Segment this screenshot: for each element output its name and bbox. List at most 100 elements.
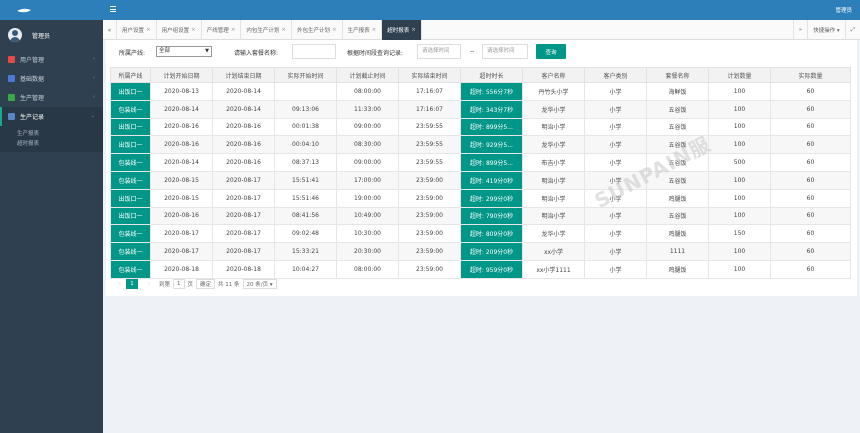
table-row[interactable]: 包装线一 2020-08-17 2020-08-17 15:33:21 20:30:00… — [110, 242, 851, 261]
tab-user-settings[interactable]: 用户设置 × — [117, 20, 157, 40]
table-cell: 23:59:00 — [398, 259, 461, 279]
table-cell: 鸡腿饭 — [646, 259, 709, 279]
table-row[interactable]: 出饭口一 2020-08-16 2020-08-17 08:41:56 10:49:00… — [110, 206, 851, 226]
tab-label: 生产报表 — [347, 28, 370, 34]
close-icon[interactable]: × — [146, 27, 151, 33]
quick-actions-dropdown[interactable]: 快捷操作 ▾ — [807, 20, 845, 40]
user-profile[interactable]: 管理员 — [0, 20, 103, 50]
table-cell: 2020-08-14 — [150, 99, 213, 119]
sidebar-item-base-data[interactable]: 基础数据 ‹ — [0, 69, 103, 88]
user-icon — [8, 56, 15, 63]
sidebar-item-production-records[interactable]: 生产记录 ⌄ — [0, 107, 103, 126]
chevron-left-icon: ‹ — [93, 75, 95, 81]
sidebar-item-user-management[interactable]: 用户管理 ‹ — [0, 50, 103, 69]
table-cell: 23:59:00 — [398, 170, 461, 190]
table-body: 出饭口一 2020-08-13 2020-08-14 08:00:00 17:16:07… — [110, 82, 851, 279]
next-page-button[interactable]: › — [143, 281, 155, 287]
table-cell: 超时: 209分0秒 — [460, 242, 523, 261]
table-cell: 60 — [770, 188, 851, 208]
line-badge: 出饭口一 — [111, 208, 150, 224]
tab-scroll-right-icon[interactable]: » — [792, 20, 807, 40]
table-cell: 2020-08-14 — [212, 82, 275, 101]
overtime-badge: 超时: 556分7秒 — [461, 83, 522, 100]
close-icon[interactable]: × — [231, 27, 236, 33]
confirm-button[interactable]: 确定 — [196, 279, 216, 289]
table-row[interactable]: 包装线一 2020-08-14 2020-08-16 08:37:13 09:00:00… — [110, 153, 851, 172]
tab-inner-plan[interactable]: 内包生产计划 × — [241, 20, 292, 40]
table-cell: 60 — [770, 259, 851, 279]
table-row[interactable]: 包装线一 2020-08-17 2020-08-17 09:02:48 10:30:00… — [110, 224, 851, 244]
table-cell: 2020-08-16 — [150, 135, 213, 155]
sidebar-subitem-overtime-report[interactable]: 超时报表 — [0, 138, 103, 148]
table-row[interactable]: 出饭口一 2020-08-16 2020-08-16 00:04:10 08:30:00… — [110, 135, 851, 155]
sidebar-subitem-production-report[interactable]: 生产报表 — [0, 128, 103, 138]
table-cell: 60 — [770, 170, 851, 190]
table-cell: 60 — [770, 135, 851, 155]
table-cell: 100 — [708, 170, 771, 190]
table-row[interactable]: 出饭口一 2020-08-15 2020-08-17 15:51:46 19:00:00… — [110, 188, 851, 208]
table-row[interactable]: 出饭口一 2020-08-16 2020-08-16 00:01:38 09:00:00… — [110, 117, 851, 137]
current-page[interactable]: 1 — [126, 279, 138, 289]
line-select[interactable]: 全部 ▼ — [156, 46, 212, 57]
table-cell: 100 — [708, 259, 771, 279]
table-cell: 出饭口一 — [110, 117, 151, 137]
tab-production-report[interactable]: 生产报表 × — [343, 20, 383, 40]
table-cell: 包装线一 — [110, 170, 151, 190]
table-cell: 2020-08-16 — [212, 135, 275, 155]
prev-page-button[interactable]: ‹ — [114, 281, 126, 287]
table-row[interactable]: 出饭口一 2020-08-13 2020-08-14 08:00:00 17:16:07… — [110, 82, 851, 101]
fullscreen-icon[interactable]: ⤢ — [844, 20, 860, 40]
tab-overtime-report[interactable]: 超时报表 × — [382, 20, 422, 40]
menu-toggle-icon[interactable] — [110, 6, 116, 12]
overtime-table: 所属产线 计划开始日期 计划结束日期 实际开始时间 计划截止时间 实际结束时间 超时时长 客户… — [110, 67, 851, 279]
sidebar-item-production-management[interactable]: 生产管理 ‹ — [0, 88, 103, 107]
column-header: 实际数量 — [770, 67, 851, 83]
table-row[interactable]: 包装线一 2020-08-18 2020-08-18 10:04:27 08:00:00… — [110, 259, 851, 279]
table-cell: 2020-08-16 — [212, 153, 275, 172]
page-number-input[interactable]: 1 — [173, 279, 185, 289]
close-icon[interactable]: × — [411, 27, 416, 33]
tab-label: 外包生产计划 — [297, 28, 331, 34]
column-header: 计划开始日期 — [150, 67, 213, 83]
line-badge: 包装线一 — [111, 261, 150, 278]
table-cell: 小学 — [584, 135, 647, 155]
chevron-down-icon: ⌄ — [90, 113, 95, 119]
meal-name-input[interactable] — [292, 44, 336, 59]
page-size-select[interactable]: 20 条/页 ▾ — [242, 279, 277, 289]
start-time-input[interactable]: 请选择时间 — [417, 44, 461, 59]
table-cell: 2020-08-17 — [212, 224, 275, 244]
overtime-badge: 超时: 790分0秒 — [461, 208, 522, 224]
table-row[interactable]: 包装线一 2020-08-15 2020-08-17 15:51:41 17:00:00… — [110, 170, 851, 190]
close-icon[interactable]: × — [372, 27, 377, 33]
tab-scroll-left-icon[interactable]: « — [103, 20, 117, 40]
tab-user-group-settings[interactable]: 用户组设置 × — [157, 20, 202, 40]
close-icon[interactable]: × — [191, 27, 196, 33]
table-cell: 超时: 899分5... — [460, 117, 523, 137]
table-cell: 包装线一 — [110, 242, 151, 261]
tab-line-management[interactable]: 产线管理 × — [202, 20, 242, 40]
table-cell: 2020-08-18 — [150, 259, 213, 279]
table-cell: 100 — [708, 188, 771, 208]
table-cell: 08:30:00 — [336, 135, 399, 155]
end-time-input[interactable]: 请选择时间 — [482, 44, 528, 59]
table-cell: 2020-08-15 — [150, 170, 213, 190]
table-cell: 1111 — [646, 242, 709, 261]
table-cell: 100 — [708, 117, 771, 137]
column-header: 套餐名称 — [646, 67, 709, 83]
column-header: 计划截止时间 — [336, 67, 399, 83]
goto-label: 到第 — [159, 282, 171, 288]
table-cell: 60 — [770, 82, 851, 101]
wrench-icon — [8, 94, 15, 101]
topbar-user[interactable]: 管理员 — [835, 6, 852, 14]
table-cell: 100 — [708, 82, 771, 101]
close-icon[interactable]: × — [281, 27, 286, 33]
tab-outer-plan[interactable]: 外包生产计划 × — [292, 20, 343, 40]
table-cell: 超时: 929分5... — [460, 135, 523, 155]
table-cell: 鸡腿饭 — [646, 224, 709, 244]
query-button[interactable]: 查询 — [536, 44, 566, 59]
logo — [0, 0, 103, 20]
table-row[interactable]: 包装线一 2020-08-14 2020-08-14 09:13:06 11:33:00… — [110, 99, 851, 119]
table-cell: 小学 — [584, 224, 647, 244]
close-icon[interactable]: × — [332, 27, 337, 33]
range-separator: -- — [470, 48, 475, 55]
